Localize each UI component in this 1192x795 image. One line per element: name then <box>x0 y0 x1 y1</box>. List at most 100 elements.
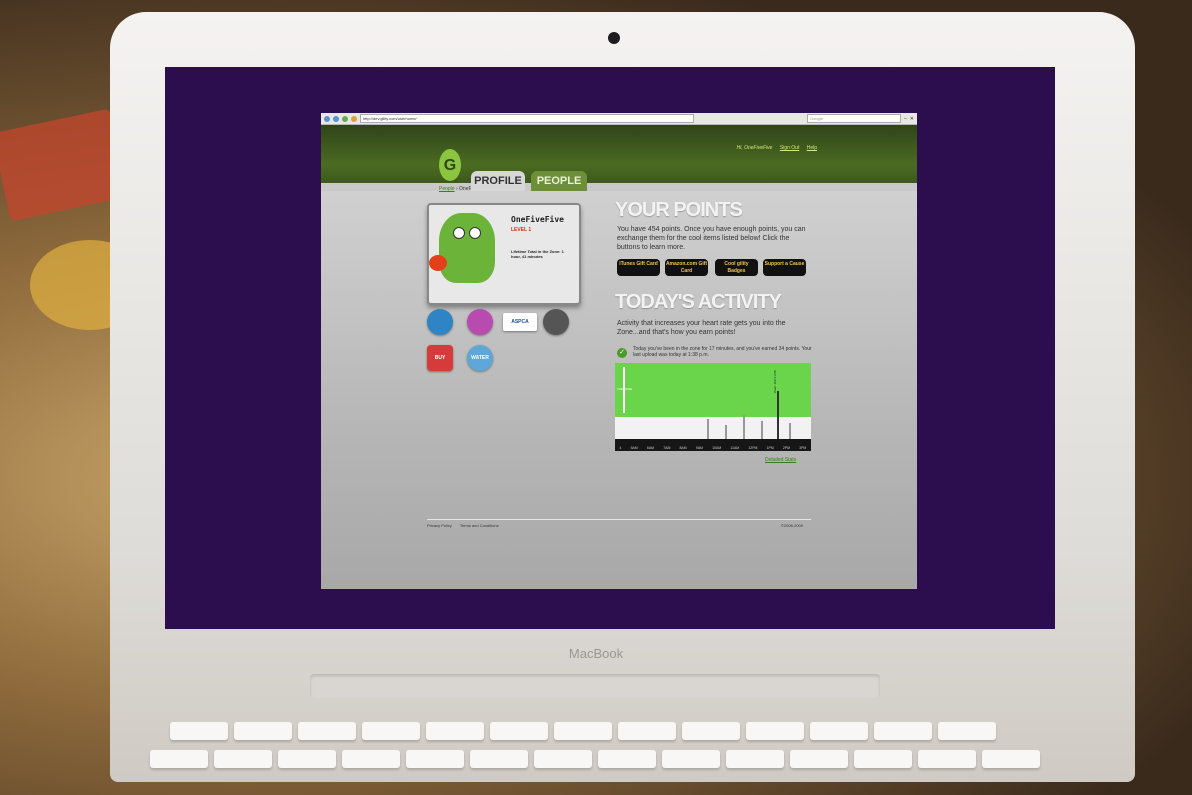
minimize-icon[interactable]: – <box>904 116 907 122</box>
desk-background-object <box>0 108 129 222</box>
sign-out-link[interactable]: Sign Out <box>780 145 799 151</box>
activity-status: Today you've been in the zone for 17 min… <box>633 346 812 358</box>
points-heading: YOUR POINTS <box>615 199 743 221</box>
chart-baseline <box>615 417 811 439</box>
key <box>598 750 656 768</box>
time-tick: 1PM <box>766 446 774 450</box>
forward-icon[interactable] <box>333 115 339 122</box>
home-icon[interactable] <box>351 115 357 122</box>
key <box>810 722 868 740</box>
key <box>298 722 356 740</box>
laptop-brand-label: MacBook <box>568 646 624 661</box>
chart-spike <box>725 425 727 439</box>
help-link[interactable]: Help <box>807 145 817 151</box>
time-tick: 2PM <box>782 446 791 450</box>
points-text: You have 454 points. Once you have enoug… <box>617 226 806 251</box>
activity-chart: THE ZONE Peak: 460 4:3:58 4 5AM 6AM 7AM … <box>615 363 811 451</box>
footer-divider <box>427 519 811 520</box>
key <box>982 750 1040 768</box>
tab-profile[interactable]: PROFILE <box>471 171 525 191</box>
key <box>534 750 592 768</box>
key <box>854 750 912 768</box>
support-cause-button[interactable]: Support a Cause <box>763 259 806 276</box>
badge-eye-icon[interactable] <box>543 309 569 335</box>
terms-link[interactable]: Terms and Conditions <box>460 523 499 528</box>
time-tick: 11AM <box>730 446 740 450</box>
key <box>278 750 336 768</box>
webcam-icon <box>608 32 620 44</box>
activity-heading: TODAY'S ACTIVITY <box>615 291 782 313</box>
key <box>726 750 784 768</box>
key <box>150 750 208 768</box>
zone-band <box>615 363 811 417</box>
close-icon[interactable]: ✕ <box>910 116 914 122</box>
laptop-hinge <box>310 674 880 698</box>
breadcrumb-people-link[interactable]: People <box>439 186 455 192</box>
key <box>618 722 676 740</box>
badge-thermometer-icon[interactable] <box>467 309 493 335</box>
time-tick: 10AM <box>712 446 722 450</box>
time-tick: 8AM <box>679 446 687 450</box>
gility-badges-button[interactable]: Cool gility Badges <box>715 259 758 276</box>
key <box>470 750 528 768</box>
fire-icon <box>429 255 447 271</box>
search-input[interactable]: Google <box>807 114 902 123</box>
key <box>170 722 228 740</box>
breadcrumb-separator: › <box>455 186 458 192</box>
key <box>214 750 272 768</box>
avatar <box>439 213 495 283</box>
key <box>746 722 804 740</box>
chart-spike <box>761 421 763 439</box>
avatar-eye <box>469 227 481 239</box>
chart-peak-label: Peak: 460 4:3:58 <box>773 370 777 393</box>
greeting-text: Hi, OneFiveFive <box>736 145 773 151</box>
main-content: People › OneFiveFive OneFiveFive LEVEL 1… <box>321 186 917 589</box>
tab-people[interactable]: PEOPLE <box>531 171 587 191</box>
reload-icon[interactable] <box>342 115 348 122</box>
checkmark-icon: ✓ <box>617 348 627 358</box>
badge-buy[interactable]: BUY <box>427 345 453 371</box>
itunes-gift-card-button[interactable]: iTunes Gift Card <box>617 259 660 276</box>
chart-spike <box>707 419 709 439</box>
key <box>426 722 484 740</box>
copyright-text: ©2008-2009 <box>780 523 803 528</box>
chart-spike <box>789 423 791 439</box>
key <box>918 750 976 768</box>
key <box>662 750 720 768</box>
profile-name: OneFiveFive <box>511 215 564 224</box>
key <box>490 722 548 740</box>
time-tick: 12PM <box>748 446 758 450</box>
user-bar: Hi, OneFiveFive Sign Out Help <box>737 145 817 151</box>
key <box>938 722 996 740</box>
badge-water[interactable]: WATER <box>467 345 493 371</box>
amazon-gift-card-button[interactable]: Amazon.com Gift Card <box>665 259 708 276</box>
privacy-policy-link[interactable]: Privacy Policy <box>427 523 452 528</box>
key <box>554 722 612 740</box>
badge-aspca[interactable]: ASPCA <box>503 313 537 331</box>
chart-spike <box>743 415 745 439</box>
browser-toolbar: http://dev.gility.com/userhome/ Google –… <box>321 113 917 125</box>
key <box>362 722 420 740</box>
time-tick: 9AM <box>695 446 703 450</box>
key <box>342 750 400 768</box>
url-input[interactable]: http://dev.gility.com/userhome/ <box>360 114 694 123</box>
browser-window: http://dev.gility.com/userhome/ Google –… <box>321 113 917 589</box>
profile-level: LEVEL 1 <box>511 227 532 233</box>
avatar-eye <box>453 227 465 239</box>
site-header: G PROFILE PEOPLE Hi, OneFiveFive Sign Ou… <box>321 125 917 191</box>
key <box>234 722 292 740</box>
activity-text: Activity that increases your heart rate … <box>617 320 786 336</box>
detailed-stats-link[interactable]: Detailed Stats <box>765 457 796 463</box>
keyboard <box>150 712 1050 792</box>
footer: Privacy Policy Terms and Conditions ©200… <box>427 523 811 528</box>
profile-card: OneFiveFive LEVEL 1 Lifetime Total in th… <box>427 203 581 305</box>
back-icon[interactable] <box>324 115 330 122</box>
badge-globe-icon[interactable] <box>427 309 453 335</box>
key <box>682 722 740 740</box>
time-tick: 6AM <box>646 446 655 450</box>
zone-label: THE ZONE <box>617 387 633 391</box>
time-tick: 3PM <box>799 446 807 450</box>
chart-spike <box>777 391 779 439</box>
time-tick: 4 <box>619 446 622 450</box>
gility-logo-icon[interactable]: G <box>439 149 461 181</box>
